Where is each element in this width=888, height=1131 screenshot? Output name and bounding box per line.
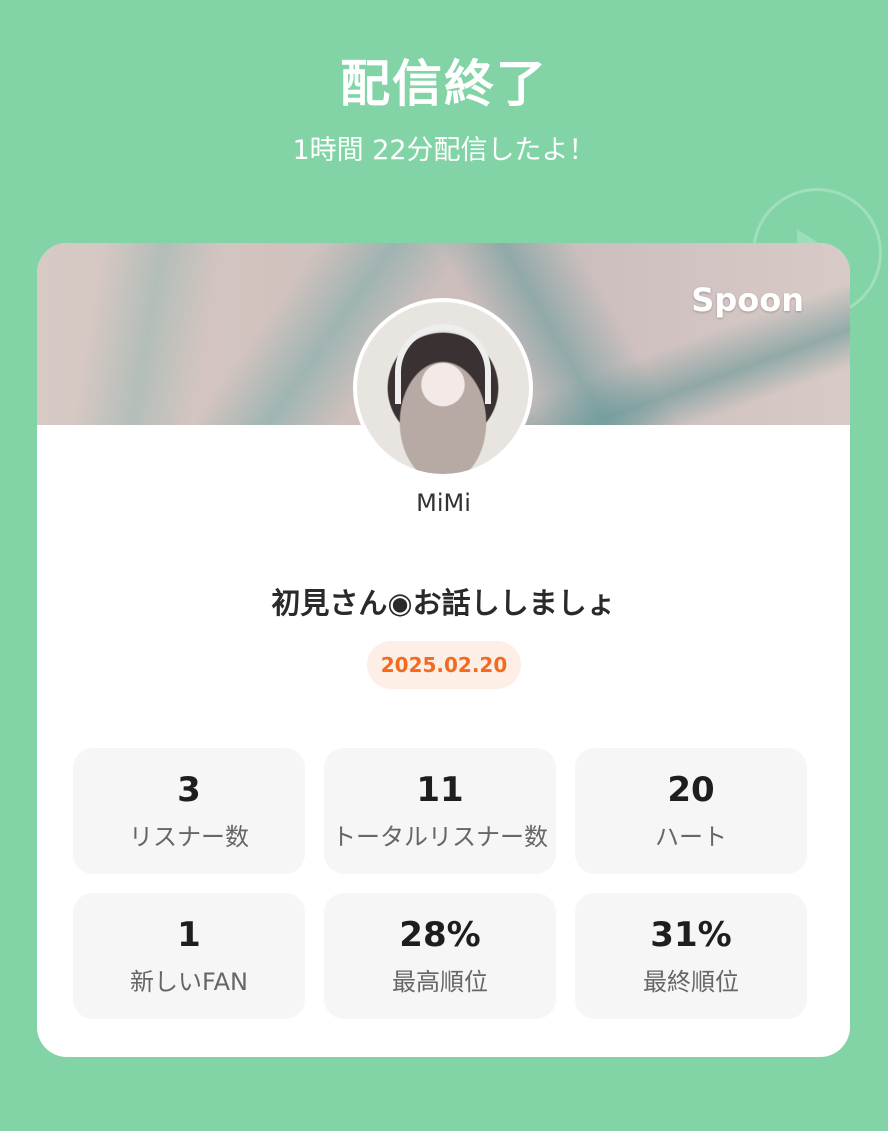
- stat-value: 28%: [399, 915, 481, 956]
- stat-value: 31%: [650, 915, 732, 956]
- brand-logo: Spoon: [691, 281, 804, 319]
- stat-value: 1: [177, 915, 201, 956]
- date-badge: 2025.02.20: [367, 641, 521, 689]
- stat-value: 20: [667, 770, 715, 811]
- stat-value: 11: [416, 770, 464, 811]
- stat-label: 新しいFAN: [130, 967, 248, 996]
- live-title: 初見さん◉お話ししましょ: [271, 586, 616, 620]
- stat-label: 最高順位: [392, 967, 488, 996]
- avatar: [353, 298, 533, 478]
- stat-label: ハート: [655, 822, 727, 851]
- stat-total-listeners: 11 トータルリスナー数: [324, 748, 556, 874]
- stat-listeners: 3 リスナー数: [73, 748, 305, 874]
- broadcast-duration: 1時間 22分配信したよ！: [292, 135, 596, 166]
- page-title: 配信終了: [340, 55, 548, 113]
- stat-hearts: 20 ハート: [575, 748, 807, 874]
- broadcast-summary-card: Spoon MiMi 初見さん◉お話ししましょ 2025.02.20 3 リスナ…: [37, 243, 850, 1057]
- username: MiMi: [416, 489, 471, 517]
- stat-value: 3: [177, 770, 201, 811]
- stat-label: リスナー数: [129, 822, 249, 851]
- stat-new-fans: 1 新しいFAN: [73, 893, 305, 1019]
- headphones-icon: [395, 324, 491, 404]
- stat-final-rank: 31% 最終順位: [575, 893, 807, 1019]
- stat-label: トータルリスナー数: [332, 822, 548, 851]
- stat-label: 最終順位: [643, 967, 739, 996]
- stats-grid: 3 リスナー数 11 トータルリスナー数 20 ハート 1 新しいFAN 28%…: [73, 748, 807, 1019]
- stat-best-rank: 28% 最高順位: [324, 893, 556, 1019]
